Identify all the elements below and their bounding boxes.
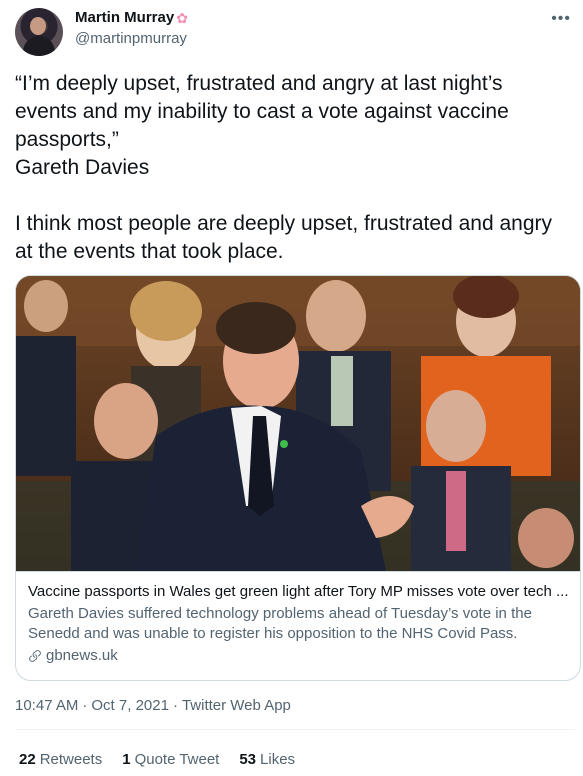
tweet-text: “I’m deeply upset, frustrated and angry … [15,72,552,263]
tweet-meta: 10:47 AM · Oct 7, 2021 · Twitter Web App [15,697,291,714]
link-card[interactable]: Vaccine passports in Wales get green lig… [15,275,581,681]
retweets-count: 22 [19,751,36,768]
avatar-body [23,36,55,56]
likes-stat[interactable]: 53 Likes [239,751,295,768]
tweet-date[interactable]: Oct 7, 2021 [91,697,169,714]
link-icon [29,650,41,662]
author-display-name[interactable]: Martin Murray [75,9,174,26]
likes-label: Likes [260,751,296,768]
card-image[interactable] [16,276,580,571]
avatar-face [30,17,46,35]
tweet-time[interactable]: 10:47 AM [15,697,78,714]
author-handle[interactable]: @martinpmurray [75,30,187,47]
card-domain-text[interactable]: gbnews.uk [46,646,118,666]
quotes-label: Quote Tweet [134,751,220,768]
meta-separator: · [172,697,178,714]
card-title[interactable]: Vaccine passports in Wales get green lig… [28,582,570,602]
divider [15,729,575,730]
quotes-stat[interactable]: 1 Quote Tweet [122,751,219,768]
quotes-count: 1 [122,751,131,768]
meta-separator: · [82,697,88,714]
card-domain[interactable]: gbnews.uk [28,646,570,666]
likes-count: 53 [239,751,257,768]
card-meta[interactable]: Vaccine passports in Wales get green lig… [16,571,580,680]
card-photo [16,276,580,571]
retweets-stat[interactable]: 22 Retweets [19,751,102,768]
author-avatar[interactable] [15,8,63,56]
tweet-source[interactable]: Twitter Web App [182,697,291,714]
retweets-label: Retweets [39,751,103,768]
tweet-header: Martin Murray ✿ @martinpmurray ••• [15,8,575,56]
cherry-blossom-icon: ✿ [176,9,188,26]
card-description: Gareth Davies suffered technology proble… [28,605,532,642]
tweet-stats: 22 Retweets 1 Quote Tweet 53 Likes [19,751,295,768]
author-name-row[interactable]: Martin Murray ✿ [75,9,188,26]
more-options-icon[interactable]: ••• [551,10,571,28]
